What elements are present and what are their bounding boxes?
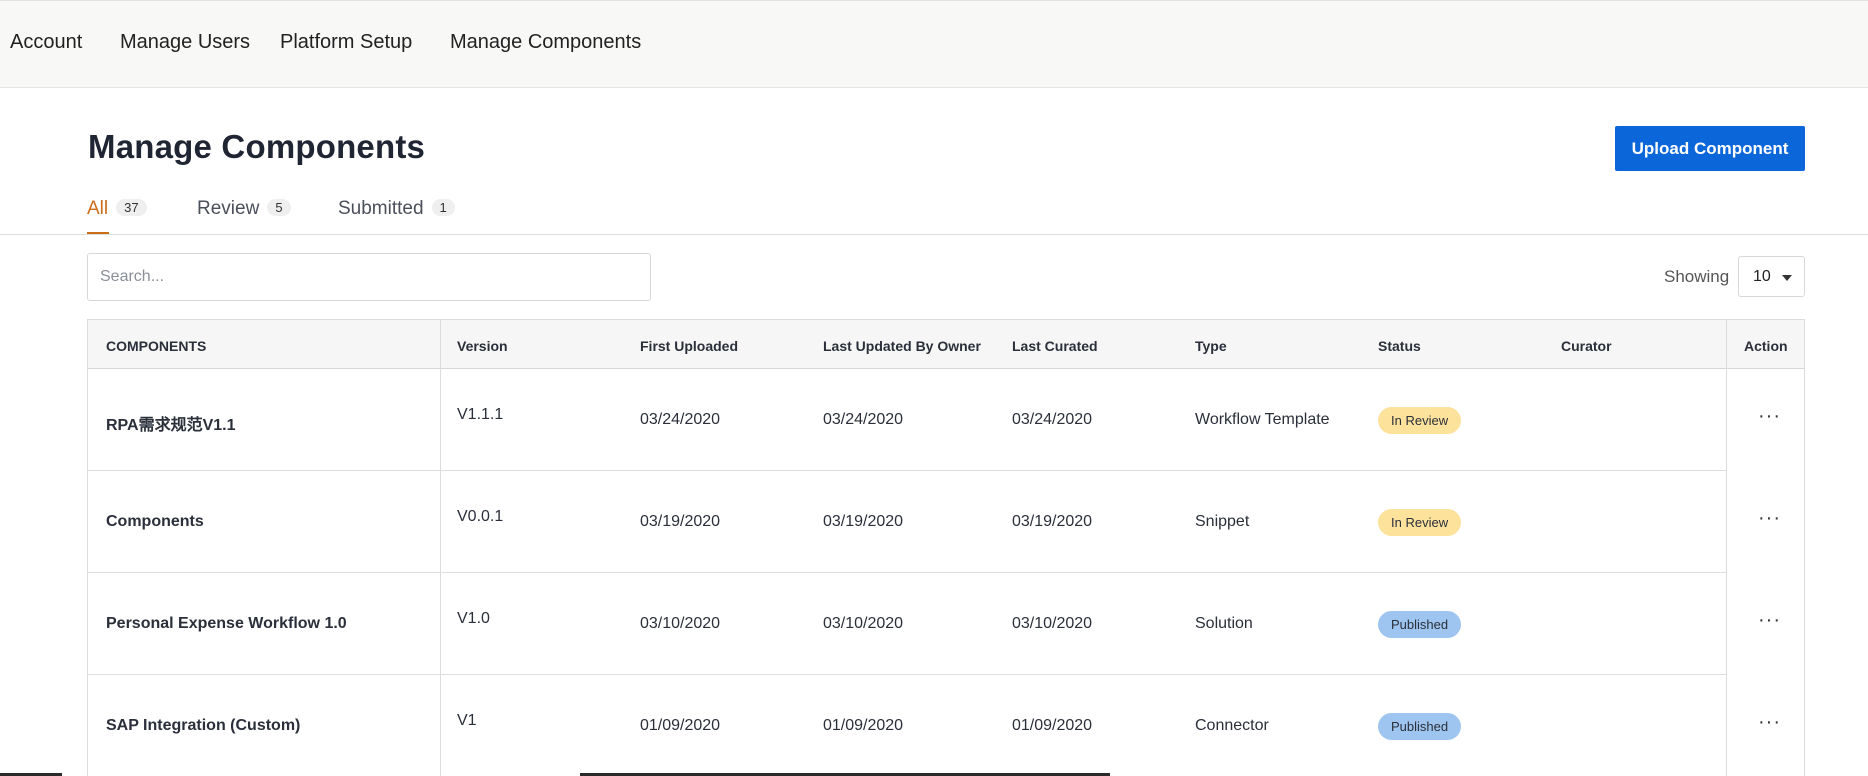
nav-item-manage-components[interactable]: Manage Components bbox=[450, 31, 641, 54]
table-row[interactable]: Components V0.0.1 03/19/2020 03/19/2020 … bbox=[88, 471, 1726, 573]
tab-submitted-label: Submitted bbox=[338, 198, 424, 219]
last-curated: 03/19/2020 bbox=[1012, 513, 1093, 530]
page-size-value: 10 bbox=[1753, 268, 1771, 285]
status-badge: Published bbox=[1378, 713, 1462, 740]
component-name[interactable]: SAP Integration (Custom) bbox=[106, 717, 300, 735]
nav-item-platform-setup[interactable]: Platform Setup bbox=[280, 31, 412, 54]
column-divider bbox=[1726, 320, 1727, 776]
nav-item-manage-users[interactable]: Manage Users bbox=[120, 31, 250, 54]
last-updated: 03/19/2020 bbox=[823, 513, 904, 530]
tab-review-label: Review bbox=[197, 198, 260, 219]
tab-submitted[interactable]: Submitted 1 bbox=[338, 198, 455, 234]
nav-item-account[interactable]: Account bbox=[10, 31, 82, 54]
first-uploaded: 03/24/2020 bbox=[640, 411, 721, 428]
first-uploaded: 01/09/2020 bbox=[640, 717, 721, 734]
column-header-version[interactable]: Version bbox=[457, 338, 508, 354]
component-name[interactable]: Components bbox=[106, 513, 204, 531]
status-badge: In Review bbox=[1378, 509, 1462, 536]
last-curated: 01/09/2020 bbox=[1012, 717, 1093, 734]
column-header-last-curated[interactable]: Last Curated bbox=[1012, 338, 1098, 354]
last-curated: 03/10/2020 bbox=[1012, 615, 1093, 632]
component-type: Snippet bbox=[1195, 513, 1250, 530]
column-header-last-updated[interactable]: Last Updated By Owner bbox=[823, 338, 981, 354]
more-horizontal-icon[interactable]: ··· bbox=[1758, 711, 1781, 734]
column-header-first-uploaded[interactable]: First Uploaded bbox=[640, 338, 738, 354]
component-type: Solution bbox=[1195, 615, 1253, 632]
component-version: V1.1.1 bbox=[457, 406, 504, 423]
component-version: V0.0.1 bbox=[457, 508, 504, 525]
more-horizontal-icon[interactable]: ··· bbox=[1758, 609, 1781, 632]
showing-label: Showing bbox=[1664, 267, 1730, 286]
chevron-down-icon bbox=[1782, 275, 1792, 281]
more-horizontal-icon[interactable]: ··· bbox=[1758, 507, 1781, 530]
component-name[interactable]: Personal Expense Workflow 1.0 bbox=[106, 615, 347, 633]
components-table: COMPONENTS Version First Uploaded Last U… bbox=[87, 319, 1805, 776]
last-curated: 03/24/2020 bbox=[1012, 411, 1093, 428]
component-name[interactable]: RPA需求规范V1.1 bbox=[106, 411, 236, 435]
last-updated: 01/09/2020 bbox=[823, 717, 904, 734]
tab-review-count: 5 bbox=[267, 199, 291, 216]
first-uploaded: 03/19/2020 bbox=[640, 513, 721, 530]
component-type: Connector bbox=[1195, 717, 1269, 734]
upload-component-button[interactable]: Upload Component bbox=[1615, 126, 1805, 171]
component-type: Workflow Template bbox=[1195, 411, 1330, 428]
status-badge: Published bbox=[1378, 611, 1462, 638]
top-nav: Account Manage Users Platform Setup Mana… bbox=[0, 0, 1868, 88]
page-size-select[interactable]: 10 bbox=[1738, 256, 1805, 297]
table-row[interactable]: SAP Integration (Custom) V1 01/09/2020 0… bbox=[88, 675, 1726, 776]
table-header: COMPONENTS Version First Uploaded Last U… bbox=[88, 320, 1804, 369]
status-badge: In Review bbox=[1378, 407, 1462, 434]
last-updated: 03/24/2020 bbox=[823, 411, 904, 428]
last-updated: 03/10/2020 bbox=[823, 615, 904, 632]
column-header-action: Action bbox=[1744, 338, 1788, 354]
more-horizontal-icon[interactable]: ··· bbox=[1758, 405, 1781, 428]
tabs-divider bbox=[0, 234, 1868, 235]
column-header-components[interactable]: COMPONENTS bbox=[106, 338, 206, 354]
tab-review[interactable]: Review 5 bbox=[197, 198, 291, 234]
table-row[interactable]: Personal Expense Workflow 1.0 V1.0 03/10… bbox=[88, 573, 1726, 675]
tab-submitted-count: 1 bbox=[431, 199, 455, 216]
search-input[interactable] bbox=[87, 253, 651, 301]
column-header-curator[interactable]: Curator bbox=[1561, 338, 1612, 354]
first-uploaded: 03/10/2020 bbox=[640, 615, 721, 632]
table-row[interactable]: RPA需求规范V1.1 V1.1.1 03/24/2020 03/24/2020… bbox=[88, 369, 1726, 471]
component-version: V1 bbox=[457, 712, 477, 729]
page-title: Manage Components bbox=[88, 128, 426, 165]
component-version: V1.0 bbox=[457, 610, 490, 627]
column-header-type[interactable]: Type bbox=[1195, 338, 1227, 354]
tab-all-label: All bbox=[87, 198, 109, 219]
tab-all[interactable]: All 37 bbox=[87, 198, 147, 234]
tab-all-count: 37 bbox=[116, 199, 147, 216]
column-header-status[interactable]: Status bbox=[1378, 338, 1421, 354]
